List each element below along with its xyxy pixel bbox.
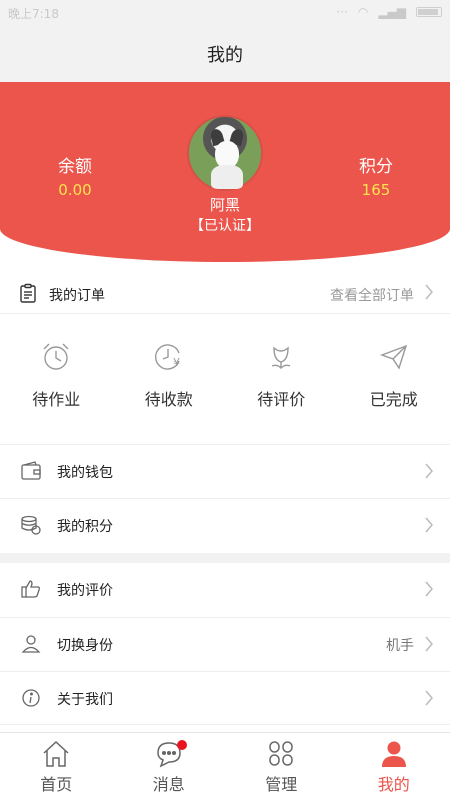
home-icon xyxy=(43,740,69,767)
points-value: 165 xyxy=(361,181,391,199)
my-orders-row[interactable]: 我的订单 查看全部订单 xyxy=(0,272,450,314)
menu-item-reviews[interactable]: 我的评价 xyxy=(0,563,450,617)
menu-item-about[interactable]: 关于我们 xyxy=(0,671,450,725)
menu-item-label: 我的评价 xyxy=(57,583,113,599)
balance-label: 余额 xyxy=(58,157,92,177)
menu-item-label: 切换身份 xyxy=(57,638,113,654)
view-all-orders-link[interactable]: 查看全部订单 xyxy=(330,285,414,305)
svg-text:¥: ¥ xyxy=(173,356,180,369)
thumbs-up-icon xyxy=(20,579,42,603)
user-icon xyxy=(20,634,42,658)
paper-plane-icon xyxy=(379,344,407,370)
alarm-clock-icon xyxy=(43,343,69,370)
verified-status: 【已认证】 xyxy=(190,218,260,234)
status-bar: 晚上7:18 ··· ◠ ▂▄▆ xyxy=(0,0,450,26)
clipboard-icon xyxy=(18,283,38,307)
status-icons: ··· ◠ ▂▄▆ xyxy=(336,5,442,19)
grid-icon xyxy=(269,741,293,766)
wallet-icon xyxy=(20,461,42,485)
menu-item-wallet[interactable]: 我的钱包 xyxy=(0,444,450,498)
avatar[interactable] xyxy=(187,115,263,191)
current-identity-value: 机手 xyxy=(386,638,414,654)
section-divider xyxy=(0,553,450,563)
coins-icon xyxy=(20,515,42,539)
tab-mine[interactable]: 我的 xyxy=(338,733,450,800)
order-status-completed[interactable]: 已完成 xyxy=(338,330,450,430)
chevron-right-icon xyxy=(424,689,434,711)
menu-item-switch-identity[interactable]: 切换身份 机手 xyxy=(0,617,450,671)
menu-item-points[interactable]: 我的积分 xyxy=(0,498,450,552)
info-icon xyxy=(20,688,42,712)
person-icon xyxy=(381,741,406,767)
order-status-label: 待评价 xyxy=(257,390,306,409)
chevron-right-icon xyxy=(424,580,434,602)
bottom-tab-bar: 首页 消息 管理 我的 xyxy=(0,732,450,800)
my-orders-label: 我的订单 xyxy=(49,288,105,304)
signal-icon: ▂▄▆ xyxy=(378,5,406,19)
tab-label: 管理 xyxy=(265,775,298,794)
menu-item-label: 我的积分 xyxy=(57,519,113,535)
menu-item-label: 我的钱包 xyxy=(57,465,113,481)
tab-messages[interactable]: 消息 xyxy=(113,733,226,800)
tab-label: 首页 xyxy=(40,775,73,794)
chevron-right-icon xyxy=(424,462,434,484)
clock-yen-icon: ¥ xyxy=(154,344,180,370)
points-stat[interactable]: 积分 165 xyxy=(336,152,416,199)
chevron-right-icon xyxy=(424,516,434,538)
tab-label: 消息 xyxy=(152,775,185,794)
order-status-label: 待作业 xyxy=(32,390,81,409)
chevron-right-icon xyxy=(424,635,434,657)
tab-manage[interactable]: 管理 xyxy=(225,733,338,800)
wifi-icon: ◠ xyxy=(357,5,369,19)
order-status-pending-review[interactable]: 待评价 xyxy=(225,330,338,430)
page-title: 我的 xyxy=(207,45,243,66)
more-dots-icon: ··· xyxy=(336,5,348,19)
profile-header: 余额 0.00 阿黑 【已认证】 积分 165 xyxy=(0,82,450,262)
order-status-pending-payment[interactable]: ¥ 待收款 xyxy=(113,330,226,430)
unread-badge xyxy=(176,740,187,750)
chevron-right-icon xyxy=(424,283,434,305)
order-status-label: 已完成 xyxy=(369,390,418,409)
status-time: 晚上7:18 xyxy=(8,7,59,21)
tab-home[interactable]: 首页 xyxy=(0,733,113,800)
order-status-grid: 待作业 ¥ 待收款 待评价 已完成 xyxy=(0,330,450,430)
flower-icon xyxy=(271,346,291,369)
order-status-pending-work[interactable]: 待作业 xyxy=(0,330,113,430)
tab-label: 我的 xyxy=(377,775,410,794)
nav-bar: 我的 xyxy=(0,26,450,82)
points-label: 积分 xyxy=(359,157,393,177)
battery-icon xyxy=(416,7,442,17)
balance-stat[interactable]: 余额 0.00 xyxy=(35,152,115,199)
menu-item-label: 关于我们 xyxy=(57,692,113,708)
order-status-label: 待收款 xyxy=(144,390,193,409)
